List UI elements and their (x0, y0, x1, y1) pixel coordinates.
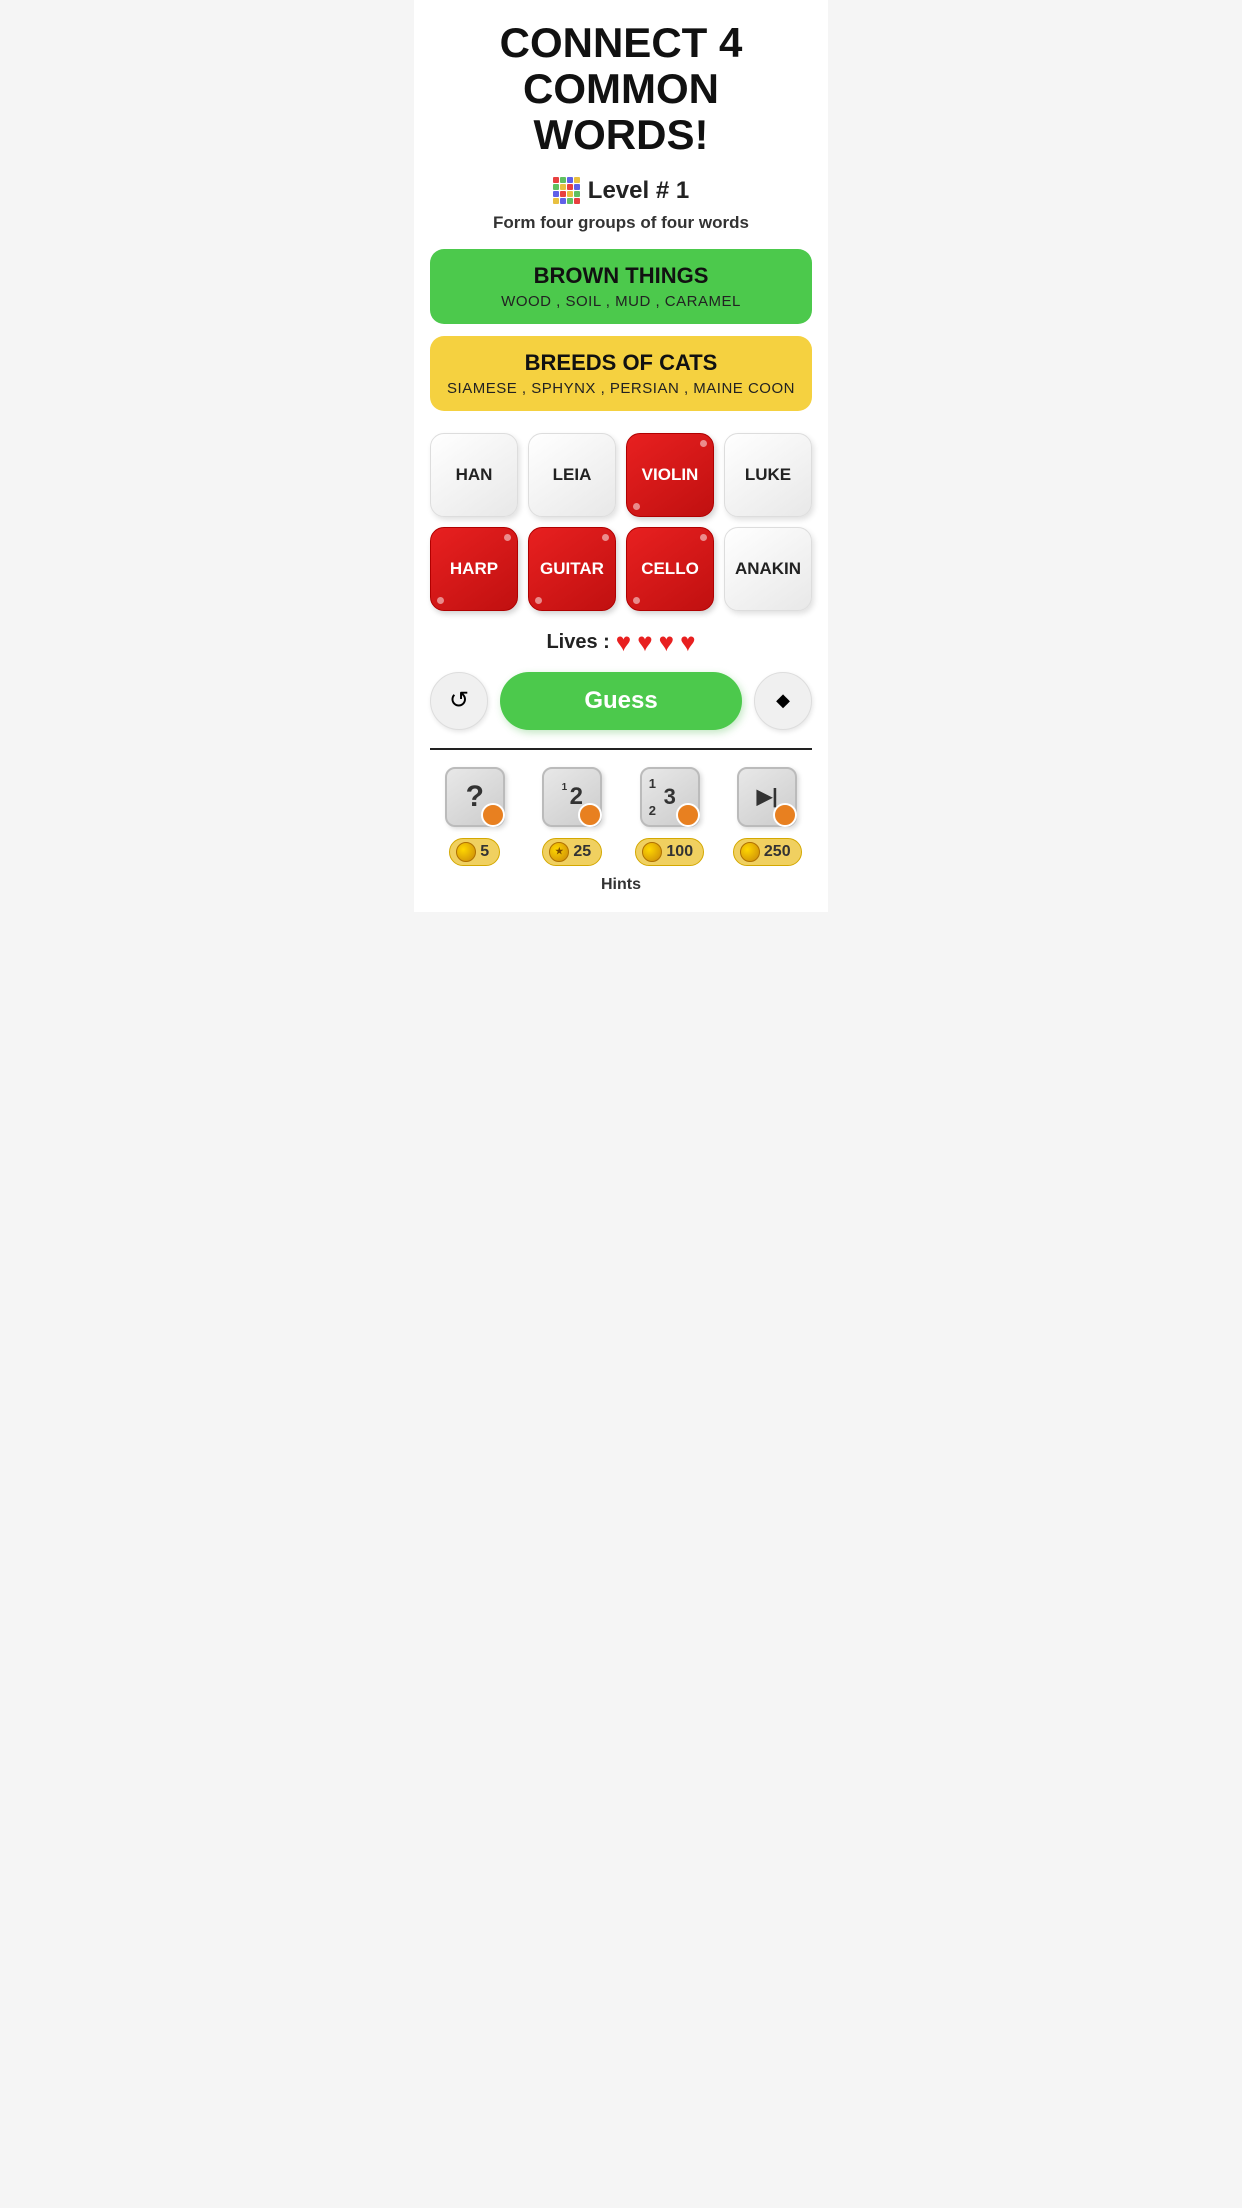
level-row: Level # 1 (553, 177, 689, 205)
hints-grid: ?512★251323100▶|250 (430, 750, 812, 870)
hint-cost-swap: ★25 (542, 838, 602, 866)
level-label: Level # 1 (588, 177, 689, 205)
lives-label: Lives : (546, 631, 609, 654)
category-title-green: BROWN THINGS (446, 263, 796, 289)
hint-icon-swap: 12 (537, 762, 607, 832)
word-tile-cello[interactable]: CELLO (626, 527, 714, 611)
eraser-button[interactable]: ◆ (754, 672, 812, 730)
hint-badge-skip (773, 803, 797, 827)
word-tile-luke[interactable]: LUKE (724, 433, 812, 517)
hint-cost-amount-skip: 250 (764, 843, 791, 861)
hints-label: Hints (430, 870, 812, 902)
hint-badge-arrange (676, 803, 700, 827)
word-tile-violin[interactable]: VIOLIN (626, 433, 714, 517)
hint-badge-reveal (481, 803, 505, 827)
category-words-yellow: SIAMESE , SPHYNX , PERSIAN , MAINE COON (446, 380, 796, 397)
category-title-yellow: BREEDS OF CATS (446, 350, 796, 376)
word-tile-anakin[interactable]: ANAKIN (724, 527, 812, 611)
action-row: ↺ Guess ◆ (430, 672, 812, 730)
heart-1: ♥ (616, 627, 631, 658)
word-grid: HANLEIAVIOLINLUKE HARPGUITARCELLOANAKIN (430, 433, 812, 611)
category-brown-things: BROWN THINGS WOOD , SOIL , MUD , CARAMEL (430, 249, 812, 324)
hint-icon-reveal: ? (440, 762, 510, 832)
hint-cost-reveal: 5 (449, 838, 500, 866)
hint-icon-skip: ▶| (732, 762, 802, 832)
subtitle: Form four groups of four words (493, 213, 749, 233)
heart-4: ♥ (680, 627, 695, 658)
guess-button[interactable]: Guess (500, 672, 742, 730)
word-tile-leia[interactable]: LEIA (528, 433, 616, 517)
eraser-icon: ◆ (776, 690, 790, 711)
hint-item-swap[interactable]: 12 ★25 (528, 762, 618, 866)
word-tile-han[interactable]: HAN (430, 433, 518, 517)
app-container: CONNECT 4COMMON WORDS! Level # 1 Form fo… (414, 0, 828, 912)
hint-item-arrange[interactable]: 1323 100 (625, 762, 715, 866)
hint-cost-amount-arrange: 100 (666, 843, 693, 861)
page-title: CONNECT 4COMMON WORDS! (430, 20, 812, 159)
hint-cost-skip: 250 (733, 838, 802, 866)
hints-section: ?512★251323100▶|250 Hints (430, 748, 812, 902)
category-words-green: WOOD , SOIL , MUD , CARAMEL (446, 293, 796, 310)
lives-row: Lives : ♥ ♥ ♥ ♥ (546, 627, 695, 658)
shuffle-icon: ↺ (449, 686, 469, 715)
hint-cost-amount-reveal: 5 (480, 843, 489, 861)
word-tile-guitar[interactable]: GUITAR (528, 527, 616, 611)
hint-badge-swap (578, 803, 602, 827)
hint-item-reveal[interactable]: ?5 (430, 762, 520, 866)
word-tile-harp[interactable]: HARP (430, 527, 518, 611)
heart-3: ♥ (659, 627, 674, 658)
category-breeds-of-cats: BREEDS OF CATS SIAMESE , SPHYNX , PERSIA… (430, 336, 812, 411)
hint-icon-arrange: 1323 (635, 762, 705, 832)
heart-2: ♥ (637, 627, 652, 658)
shuffle-button[interactable]: ↺ (430, 672, 488, 730)
hint-item-skip[interactable]: ▶| 250 (723, 762, 813, 866)
hint-cost-amount-swap: 25 (573, 843, 591, 861)
hint-cost-arrange: 100 (635, 838, 704, 866)
pixel-grid-icon (553, 177, 580, 204)
